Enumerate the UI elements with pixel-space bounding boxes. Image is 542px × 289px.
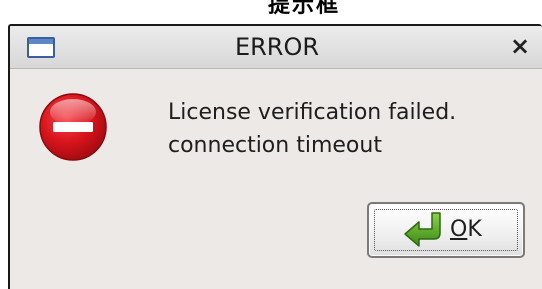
error-dialog: ERROR × License verification failed. con… bbox=[8, 24, 542, 289]
ok-label-rest: K bbox=[467, 217, 482, 242]
screen: 提示框 ERROR × License verification failed.… bbox=[0, 0, 542, 289]
error-message-line: License verification failed. bbox=[168, 100, 457, 125]
ok-button[interactable]: OK bbox=[367, 202, 525, 258]
close-icon[interactable]: × bbox=[506, 32, 534, 60]
background-window-strip: 提示框 bbox=[0, 0, 542, 24]
title-bar[interactable]: ERROR × bbox=[10, 26, 542, 69]
error-message-line: connection timeout bbox=[168, 133, 382, 158]
ok-label: OK bbox=[450, 217, 482, 243]
error-icon bbox=[39, 93, 107, 161]
error-message: License verification failed. connection … bbox=[168, 96, 456, 162]
background-title-text: 提示框 bbox=[268, 0, 341, 18]
focus-ring bbox=[374, 209, 518, 251]
ok-mnemonic: O bbox=[450, 217, 468, 242]
dialog-title: ERROR bbox=[234, 33, 320, 61]
dialog-body: License verification failed. connection … bbox=[10, 69, 542, 289]
green-arrow-icon bbox=[404, 212, 441, 247]
